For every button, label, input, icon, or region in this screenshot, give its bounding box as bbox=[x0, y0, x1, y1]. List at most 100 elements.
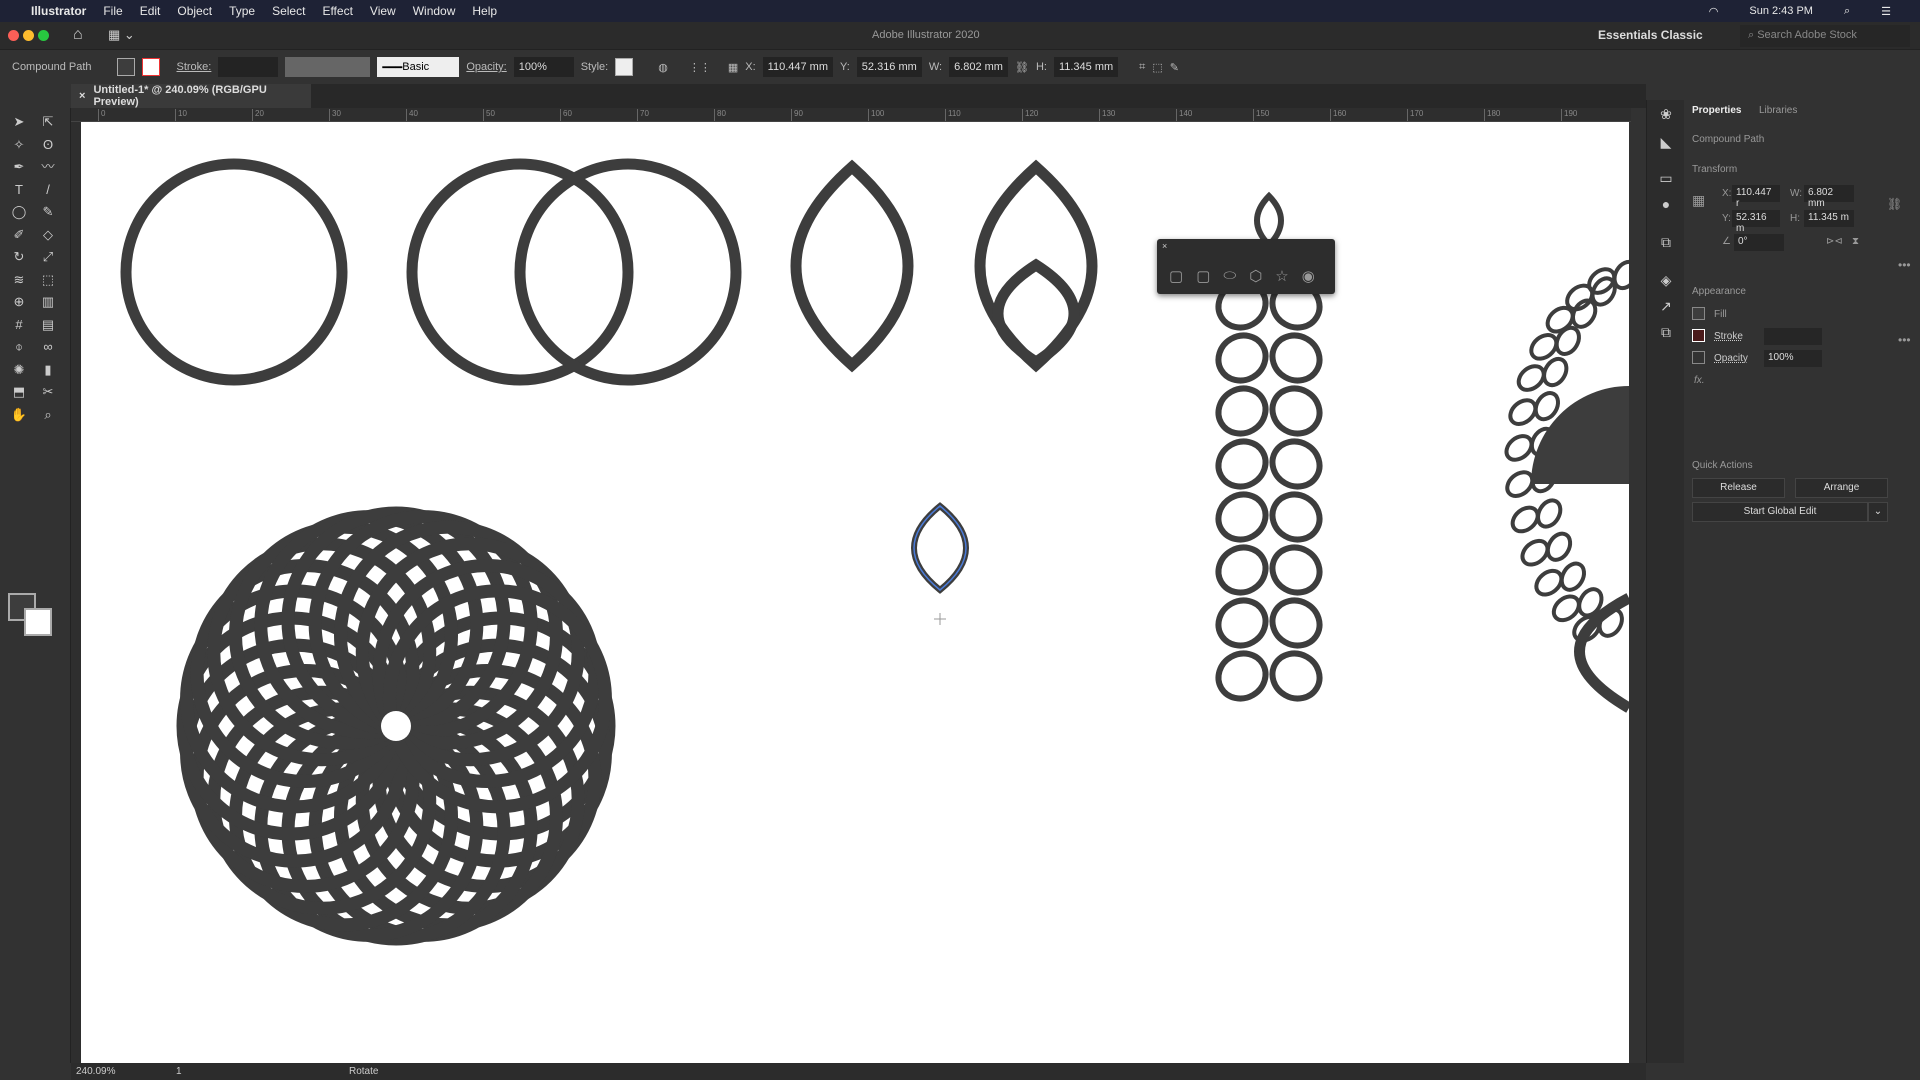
h-field[interactable]: 11.345 mm bbox=[1053, 57, 1119, 77]
menu-edit[interactable]: Edit bbox=[140, 4, 161, 18]
menu-view[interactable]: View bbox=[370, 4, 396, 18]
lasso-tool-icon[interactable]: ʘ bbox=[38, 135, 58, 155]
arrange-button[interactable]: Arrange bbox=[1795, 478, 1888, 498]
x-field[interactable]: 110.447 r bbox=[1732, 185, 1780, 209]
flare-tool-icon[interactable]: ◉ bbox=[1302, 267, 1315, 285]
constrain-proportions-icon[interactable]: ⛓ bbox=[1887, 197, 1902, 211]
inner-leaf-shape[interactable] bbox=[992, 258, 1080, 369]
selection-outline[interactable] bbox=[913, 505, 967, 591]
shaper-tool-icon[interactable]: ✐ bbox=[9, 225, 29, 245]
w-field[interactable]: 6.802 mm bbox=[1804, 185, 1854, 209]
close-window-button[interactable] bbox=[8, 30, 19, 41]
clock[interactable]: Sun 2:43 PM bbox=[1749, 5, 1813, 17]
free-transform-tool-icon[interactable]: ⬚ bbox=[38, 270, 58, 290]
wheat-leaf[interactable] bbox=[1264, 645, 1328, 707]
rounded-rectangle-tool-icon[interactable]: ▢ bbox=[1196, 267, 1210, 285]
stroke-swatch[interactable] bbox=[141, 58, 160, 76]
more-options-icon[interactable]: ••• bbox=[1898, 258, 1911, 272]
laurel-leaf[interactable] bbox=[1543, 530, 1574, 564]
wheat-leaf[interactable] bbox=[1210, 592, 1274, 654]
minimize-window-button[interactable] bbox=[23, 30, 34, 41]
rotate-angle-field[interactable]: 0° bbox=[1734, 234, 1784, 251]
width-tool-icon[interactable]: ≋ bbox=[9, 270, 29, 290]
hand-tool-icon[interactable]: ✋ bbox=[9, 405, 29, 425]
tab-libraries[interactable]: Libraries bbox=[1759, 105, 1797, 116]
tab-properties[interactable]: Properties bbox=[1692, 105, 1741, 116]
close-panel-icon[interactable]: × bbox=[1162, 241, 1167, 251]
rotate-tool-icon[interactable]: ↻ bbox=[9, 247, 29, 267]
paintbrush-tool-icon[interactable]: ✎ bbox=[38, 202, 58, 222]
selection-tool-icon[interactable]: ➤ bbox=[9, 112, 29, 132]
ellipse-tool-icon[interactable]: ◯ bbox=[9, 202, 29, 222]
wheat-leaf[interactable] bbox=[1264, 486, 1328, 548]
fx-button[interactable]: fx. bbox=[1694, 375, 1705, 386]
menu-select[interactable]: Select bbox=[272, 4, 305, 18]
laurel-leaf[interactable] bbox=[1557, 560, 1588, 594]
arrange-documents-icon[interactable]: ▦ ⌄ bbox=[108, 27, 135, 43]
edit-icon[interactable]: ✎ bbox=[1170, 61, 1179, 74]
direct-selection-tool-icon[interactable]: ⇱ bbox=[38, 112, 58, 132]
global-edit-options-button[interactable]: ⌄ bbox=[1868, 502, 1888, 522]
home-icon[interactable]: ⌂ bbox=[73, 26, 83, 44]
slice-tool-icon[interactable]: ✂ bbox=[38, 382, 58, 402]
y-field[interactable]: 52.316 m bbox=[1732, 210, 1780, 234]
spotlight-icon[interactable]: ⌕ bbox=[1844, 5, 1850, 18]
wheat-leaf[interactable] bbox=[1264, 380, 1328, 442]
opacity-field[interactable]: 100% bbox=[513, 57, 574, 77]
opacity-field[interactable]: 100% bbox=[1764, 350, 1822, 367]
menu-effect[interactable]: Effect bbox=[322, 4, 352, 18]
variable-width-profile[interactable] bbox=[285, 57, 371, 77]
maximize-window-button[interactable] bbox=[38, 30, 49, 41]
blend-tool-icon[interactable]: ∞ bbox=[38, 337, 58, 357]
document-tab[interactable]: × Untitled-1* @ 240.09% (RGB/GPU Preview) bbox=[71, 84, 311, 108]
style-swatch[interactable] bbox=[615, 58, 634, 76]
menu-help[interactable]: Help bbox=[472, 4, 497, 18]
x-field[interactable]: 110.447 mm bbox=[762, 57, 833, 77]
more-appearance-icon[interactable]: ••• bbox=[1898, 333, 1911, 347]
mesh-tool-icon[interactable]: # bbox=[9, 315, 29, 335]
rotate-origin-marker[interactable] bbox=[934, 613, 946, 625]
stroke-weight-field[interactable] bbox=[1764, 328, 1822, 345]
stroke-weight-field[interactable] bbox=[218, 57, 279, 77]
eraser-tool-icon[interactable]: ◇ bbox=[38, 225, 58, 245]
stroke-color-box[interactable] bbox=[24, 608, 52, 636]
wheat-leaf[interactable] bbox=[1264, 539, 1328, 601]
fill-swatch[interactable] bbox=[116, 58, 135, 76]
isolate-icon[interactable]: ⌗ bbox=[1139, 61, 1145, 74]
zoom-level[interactable]: 240.09% bbox=[76, 1066, 115, 1077]
wheat-top-leaf[interactable] bbox=[1254, 191, 1284, 250]
wheat-leaf[interactable] bbox=[1210, 539, 1274, 601]
transform-panel-icon[interactable]: ⧉ bbox=[1657, 234, 1675, 250]
ellipse-tool-icon[interactable]: ⬭ bbox=[1223, 267, 1236, 285]
menu-file[interactable]: File bbox=[103, 4, 122, 18]
laurel-leaf[interactable] bbox=[1552, 324, 1583, 358]
workspace-switcher[interactable]: Essentials Classic bbox=[1598, 28, 1703, 42]
stroke-label[interactable]: Stroke: bbox=[177, 61, 212, 73]
selected-leaf-shape[interactable] bbox=[911, 502, 969, 594]
stroke-swatch[interactable] bbox=[1692, 329, 1705, 342]
polygon-tool-icon[interactable]: ⬡ bbox=[1249, 267, 1262, 285]
perspective-tool-icon[interactable]: ▥ bbox=[38, 292, 58, 312]
constrain-proportions-icon[interactable]: ⛓ bbox=[1015, 61, 1029, 74]
color-guide-icon[interactable]: ◣ bbox=[1657, 134, 1675, 150]
brush-definition[interactable]: ━━━ Basic bbox=[377, 57, 460, 77]
close-tab-icon[interactable]: × bbox=[79, 90, 85, 102]
vertical-ruler[interactable] bbox=[71, 122, 81, 1063]
export-icon[interactable]: ↗ bbox=[1657, 298, 1675, 314]
rectangle-tool-icon[interactable]: ▢ bbox=[1169, 267, 1183, 285]
menu-illustrator[interactable]: Illustrator bbox=[31, 4, 86, 18]
opacity-label[interactable]: Opacity: bbox=[466, 61, 506, 73]
artboard-canvas[interactable] bbox=[81, 122, 1629, 1063]
zoom-tool-icon[interactable]: ⌕ bbox=[38, 405, 58, 425]
wheat-leaf[interactable] bbox=[1210, 486, 1274, 548]
notification-center-icon[interactable]: ☰ bbox=[1881, 5, 1891, 18]
symbol-sprayer-tool-icon[interactable]: ✺ bbox=[9, 360, 29, 380]
artboards-icon[interactable]: ⧉ bbox=[1657, 324, 1675, 340]
wheat-leaf[interactable] bbox=[1264, 592, 1328, 654]
layers-icon[interactable]: ◈ bbox=[1657, 272, 1675, 288]
pen-tool-icon[interactable]: ✒ bbox=[9, 157, 29, 177]
y-field[interactable]: 52.316 mm bbox=[856, 57, 922, 77]
fill-swatch[interactable] bbox=[1692, 307, 1705, 320]
wheat-leaf[interactable] bbox=[1210, 645, 1274, 707]
align-icon[interactable]: ⋮⋮ bbox=[689, 61, 711, 74]
